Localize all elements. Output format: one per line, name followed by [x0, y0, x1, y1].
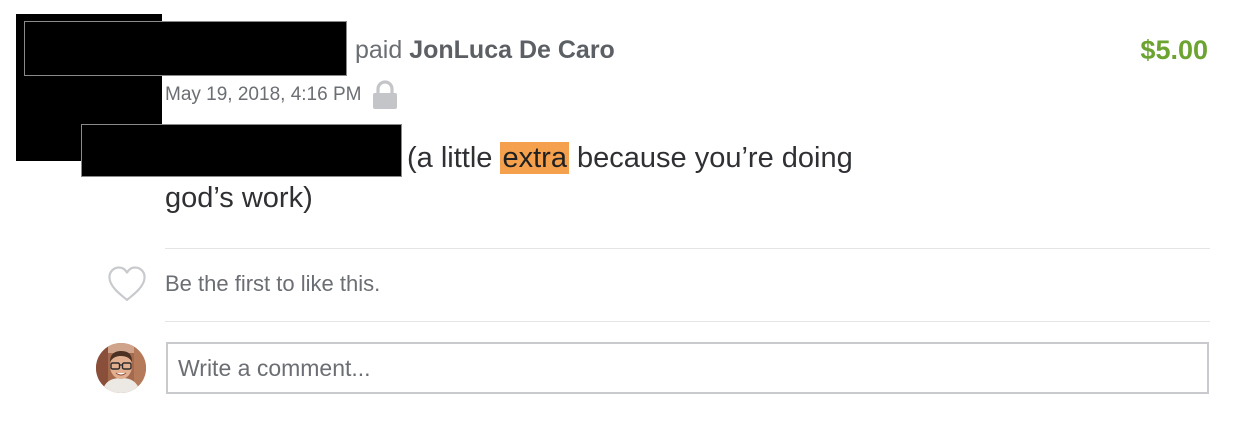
- note-text-before: (a little: [407, 142, 501, 174]
- like-row: Be the first to like this.: [106, 264, 380, 304]
- lock-icon: [373, 80, 398, 109]
- note-text-after: because you’re doing: [568, 142, 853, 174]
- transaction-header: paid JonLuca De Caro: [355, 30, 615, 70]
- date-text[interactable]: May 19, 2018, 4:16 PM: [165, 84, 361, 106]
- heart-icon[interactable]: [106, 264, 148, 304]
- note-line-1: (a little extra because you’re doing: [407, 138, 853, 178]
- redacted-sender-name: [24, 21, 347, 76]
- date-row: May 19, 2018, 4:16 PM: [165, 80, 399, 110]
- divider: [165, 321, 1210, 322]
- note-highlight: extra: [500, 142, 569, 174]
- like-prompt-text: Be the first to like this.: [165, 271, 381, 296]
- comment-input[interactable]: [166, 342, 1209, 394]
- amount-text: $5.00: [1140, 35, 1208, 65]
- divider: [165, 248, 1210, 249]
- redacted-note-text: [81, 124, 402, 177]
- payee-name-link[interactable]: JonLuca De Caro: [409, 36, 615, 64]
- note-line-2: god’s work): [165, 182, 313, 214]
- verb-text: paid: [355, 36, 403, 64]
- user-avatar: [96, 343, 146, 393]
